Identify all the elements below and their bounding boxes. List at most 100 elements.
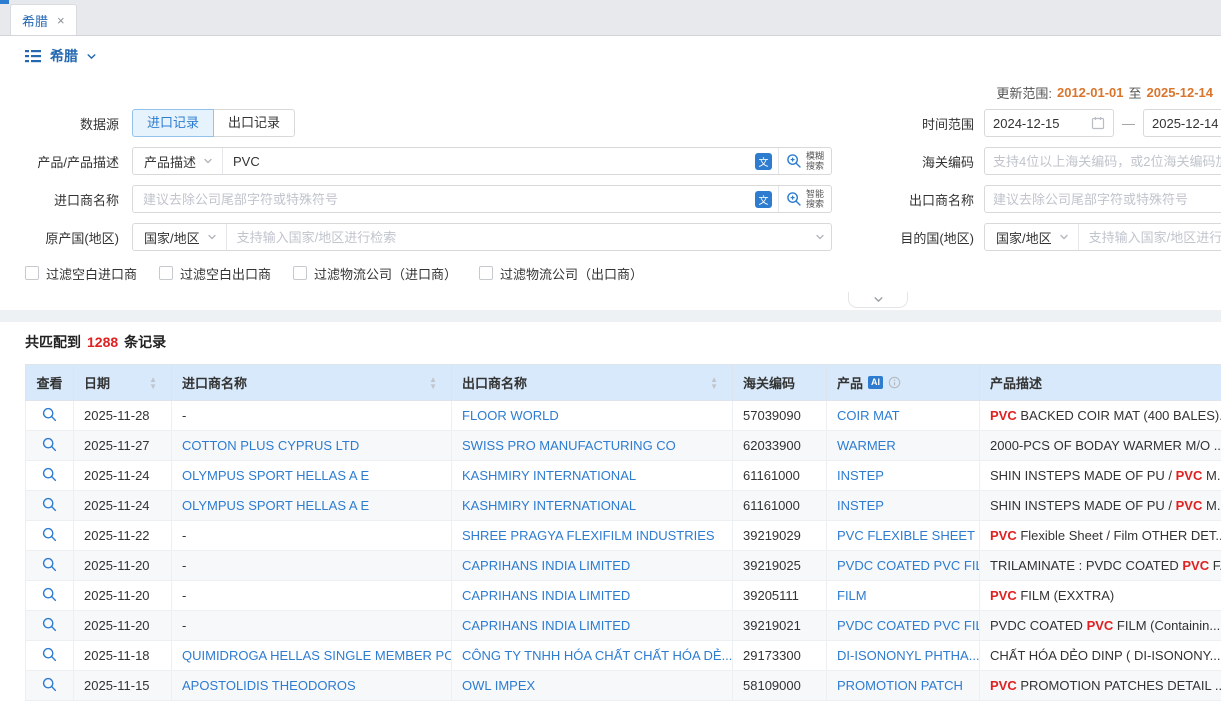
end-date-input[interactable]: [1143, 109, 1221, 137]
product-link[interactable]: WARMER: [837, 438, 896, 453]
view-details-icon[interactable]: [42, 407, 57, 422]
exporter-link[interactable]: CAPRIHANS INDIA LIMITED: [462, 588, 630, 603]
importer-link[interactable]: APOSTOLIDIS THEODOROS: [182, 678, 356, 693]
update-range-end: 2025-12-14: [1147, 85, 1214, 100]
description-cell: TRILAMINATE : PVDC COATED PVC F...: [980, 551, 1221, 581]
start-date-input[interactable]: [984, 109, 1114, 137]
chevron-down-icon[interactable]: [815, 232, 825, 242]
table-row: 2025-11-20 - CAPRIHANS INDIA LIMITED 392…: [26, 551, 1221, 581]
sort-icon[interactable]: ▲▼: [429, 376, 437, 390]
importer-search-input[interactable]: [143, 192, 749, 207]
hs-code-cell: 29173300: [733, 641, 827, 671]
product-input-group: 产品描述 文 模糊 搜索: [132, 147, 832, 175]
exporter-link[interactable]: CÔNG TY TNHH HÓA CHẤT CHẤT HÓA DẺ...: [462, 648, 732, 663]
exporter-link[interactable]: KASHMIRY INTERNATIONAL: [462, 468, 636, 483]
product-link[interactable]: FILM: [837, 588, 867, 603]
destination-country-label: 目的国(地区): [880, 228, 984, 247]
product-label: 产品/产品描述: [0, 152, 132, 171]
chevron-down-icon[interactable]: [86, 51, 97, 62]
tab-greece[interactable]: 希腊 ×: [10, 4, 77, 35]
product-link[interactable]: PROMOTION PATCH: [837, 678, 963, 693]
exporter-name-field[interactable]: [993, 192, 1221, 207]
import-records-button[interactable]: 进口记录: [132, 109, 214, 137]
view-details-icon[interactable]: [42, 527, 57, 542]
view-details-icon[interactable]: [42, 437, 57, 452]
origin-country-label: 原产国(地区): [0, 228, 132, 247]
checkbox-icon[interactable]: [159, 266, 173, 280]
end-date-value[interactable]: [1152, 116, 1221, 131]
ai-badge: AI: [868, 376, 883, 389]
translate-icon[interactable]: 文: [755, 153, 772, 170]
sort-icon[interactable]: ▲▼: [710, 376, 718, 390]
smart-search-button[interactable]: 智能 搜索: [778, 186, 831, 212]
filter-blank-importer[interactable]: 过滤空白进口商: [25, 264, 137, 283]
hs-code-field[interactable]: [993, 154, 1221, 169]
product-link[interactable]: DI-ISONONYL PHTHA...: [837, 648, 980, 663]
exporter-link[interactable]: KASHMIRY INTERNATIONAL: [462, 498, 636, 513]
origin-country-select[interactable]: 国家/地区: [133, 224, 227, 250]
date-cell: 2025-11-24: [74, 461, 172, 491]
importer-link[interactable]: QUIMIDROGA HELLAS SINGLE MEMBER PC: [182, 648, 452, 663]
smart-search-label-1: 智能: [806, 189, 824, 199]
exporter-link[interactable]: CAPRIHANS INDIA LIMITED: [462, 558, 630, 573]
view-details-icon[interactable]: [42, 647, 57, 662]
view-details-icon[interactable]: [42, 467, 57, 482]
origin-country-input[interactable]: [237, 230, 809, 245]
calendar-icon[interactable]: [1091, 116, 1105, 130]
date-cell: 2025-11-24: [74, 491, 172, 521]
description-cell: PVDC COATED PVC FILM (Containin...: [980, 611, 1221, 641]
exporter-link[interactable]: SHREE PRAGYA FLEXIFILM INDUSTRIES: [462, 528, 715, 543]
info-icon[interactable]: [888, 376, 901, 389]
tab-bar: 希腊 ×: [0, 0, 1221, 36]
view-details-icon[interactable]: [42, 587, 57, 602]
product-link[interactable]: INSTEP: [837, 498, 884, 513]
product-type-select[interactable]: 产品描述: [133, 148, 223, 174]
importer-link[interactable]: OLYMPUS SPORT HELLAS A E: [182, 468, 369, 483]
export-records-button[interactable]: 出口记录: [213, 109, 295, 137]
checkbox-icon[interactable]: [25, 266, 39, 280]
view-details-icon[interactable]: [42, 617, 57, 632]
destination-country-input[interactable]: [1089, 230, 1221, 245]
filter-logistics-exporter[interactable]: 过滤物流公司（出口商）: [479, 264, 643, 283]
product-link[interactable]: PVC FLEXIBLE SHEET F...: [837, 528, 980, 543]
product-link[interactable]: PVDC COATED PVC FIL...: [837, 558, 980, 573]
importer-link[interactable]: COTTON PLUS CYPRUS LTD: [182, 438, 359, 453]
product-link[interactable]: PVDC COATED PVC FIL...: [837, 618, 980, 633]
filter-blank-exporter[interactable]: 过滤空白出口商: [159, 264, 271, 283]
product-search-input[interactable]: [233, 154, 749, 169]
destination-country-select[interactable]: 国家/地区: [985, 224, 1079, 250]
exporter-link[interactable]: FLOOR WORLD: [462, 408, 559, 423]
exporter-link[interactable]: OWL IMPEX: [462, 678, 535, 693]
fuzzy-search-button[interactable]: 模糊 搜索: [778, 148, 831, 174]
exporter-name-input[interactable]: [984, 185, 1221, 213]
hs-code-input[interactable]: [984, 147, 1221, 175]
exporter-label: 出口商名称: [880, 190, 984, 209]
sort-icon[interactable]: ▲▼: [149, 376, 157, 390]
filter-logistics-importer[interactable]: 过滤物流公司（进口商）: [293, 264, 457, 283]
view-details-icon[interactable]: [42, 497, 57, 512]
exporter-link[interactable]: CAPRIHANS INDIA LIMITED: [462, 618, 630, 633]
data-source-toggle: 进口记录 出口记录: [132, 109, 295, 137]
date-range-separator: —: [1122, 116, 1135, 131]
collapse-form-button[interactable]: [848, 292, 908, 308]
hs-code-cell: 39205111: [733, 581, 827, 611]
origin-country-group: 国家/地区: [132, 223, 832, 251]
checkbox-icon[interactable]: [479, 266, 493, 280]
checkbox-icon[interactable]: [293, 266, 307, 280]
importer-link[interactable]: OLYMPUS SPORT HELLAS A E: [182, 498, 369, 513]
filter-checkbox-row: 过滤空白进口商 过滤空白出口商 过滤物流公司（进口商） 过滤物流公司（出口商）: [0, 256, 1221, 290]
view-details-icon[interactable]: [42, 677, 57, 692]
exporter-link[interactable]: SWISS PRO MANUFACTURING CO: [462, 438, 676, 453]
date-cell: 2025-11-20: [74, 581, 172, 611]
column-header-importer: 进口商名称: [182, 373, 247, 392]
product-type-value: 产品描述: [144, 152, 196, 171]
product-link[interactable]: COIR MAT: [837, 408, 900, 423]
table-row: 2025-11-20 - CAPRIHANS INDIA LIMITED 392…: [26, 581, 1221, 611]
results-table-body: 2025-11-28 - FLOOR WORLD 57039090 COIR M…: [26, 401, 1221, 701]
view-details-icon[interactable]: [42, 557, 57, 572]
count-suffix: 条记录: [124, 332, 166, 352]
translate-icon[interactable]: 文: [755, 191, 772, 208]
product-link[interactable]: INSTEP: [837, 468, 884, 483]
close-tab-icon[interactable]: ×: [57, 14, 65, 27]
start-date-value[interactable]: [993, 116, 1085, 131]
